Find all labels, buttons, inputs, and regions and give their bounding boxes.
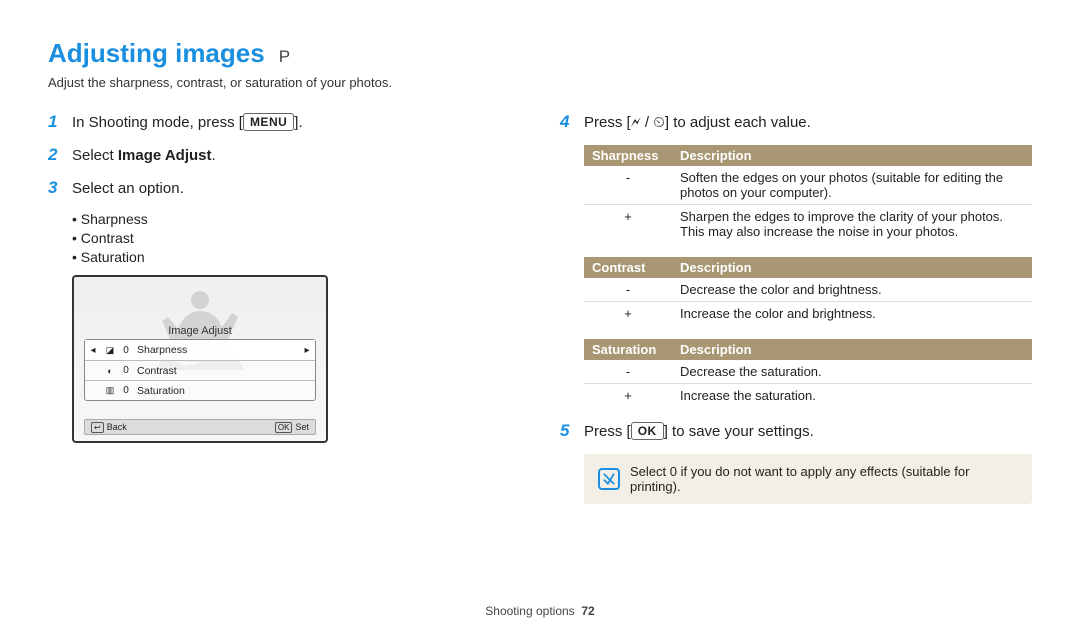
contrast-icon: ◐ <box>101 366 119 376</box>
note-text: Select 0 if you do not want to apply any… <box>630 464 1018 494</box>
footer-section: Shooting options <box>485 604 574 618</box>
step-number: 2 <box>48 145 62 165</box>
step2-text-a: Select <box>72 147 118 164</box>
lcd-row-contrast: ◐ 0 Contrast <box>85 360 315 380</box>
step3-text: Select an option. <box>72 178 184 199</box>
arrow-left-icon: ◂ <box>85 345 101 356</box>
right-column: 4 Press [🗲 / ⏲] to adjust each value. Sh… <box>560 112 1032 504</box>
step4-text-b: ] to adjust each value. <box>665 114 811 131</box>
step-3: 3 Select an option. <box>48 178 520 199</box>
saturation-table: SaturationDescription -Decrease the satu… <box>584 339 1032 407</box>
th-desc: Description <box>672 339 1032 360</box>
sublist-item: Sharpness <box>72 211 520 227</box>
step-2: 2 Select Image Adjust. <box>48 145 520 166</box>
note-icon <box>598 468 620 490</box>
lcd-set-label: Set <box>295 422 309 432</box>
table-row: -Soften the edges on your photos (suitab… <box>584 166 1032 205</box>
lcd-value: 0 <box>119 345 133 356</box>
step4-text-a: Press [ <box>584 114 631 131</box>
lcd-label: Sharpness <box>133 344 299 356</box>
lcd-label: Contrast <box>133 365 299 377</box>
step5-text-a: Press [ <box>584 423 631 440</box>
ok-button-icon: OK <box>631 422 664 440</box>
step-5: 5 Press [OK] to save your settings. <box>560 421 1032 442</box>
step-4: 4 Press [🗲 / ⏲] to adjust each value. <box>560 112 1032 133</box>
footer-page: 72 <box>581 604 594 618</box>
ok-key-icon: OK <box>275 422 293 433</box>
step-1: 1 In Shooting mode, press [MENU]. <box>48 112 520 133</box>
lcd-value: 0 <box>119 365 133 376</box>
lcd-footer: ↩Back OKSet <box>84 419 316 435</box>
table-row: +Increase the saturation. <box>584 384 1032 408</box>
th-contrast: Contrast <box>584 257 672 278</box>
mode-badge: P <box>279 47 290 67</box>
th-desc: Description <box>672 145 1032 166</box>
lcd-mockup: Image Adjust ◂ ◪ 0 Sharpness ▸ ◐ 0 Contr… <box>72 275 328 443</box>
th-sharpness: Sharpness <box>584 145 672 166</box>
lcd-row-sharpness: ◂ ◪ 0 Sharpness ▸ <box>85 340 315 360</box>
menu-button-icon: MENU <box>243 113 294 131</box>
left-column: 1 In Shooting mode, press [MENU]. 2 Sele… <box>48 112 520 504</box>
arrow-right-icon: ▸ <box>299 345 315 356</box>
step-number: 1 <box>48 112 62 132</box>
table-row: -Decrease the saturation. <box>584 360 1032 384</box>
contrast-table: ContrastDescription -Decrease the color … <box>584 257 1032 325</box>
lcd-row-saturation: ▥ 0 Saturation <box>85 380 315 400</box>
note-box: Select 0 if you do not want to apply any… <box>584 454 1032 504</box>
page-title: Adjusting images P <box>48 38 1032 69</box>
step-number: 5 <box>560 421 574 441</box>
sharpness-icon: ◪ <box>101 345 119 356</box>
option-sublist: Sharpness Contrast Saturation <box>72 211 520 265</box>
lcd-back-label: Back <box>107 422 127 432</box>
lcd-title: Image Adjust <box>168 325 232 337</box>
title-text: Adjusting images <box>48 38 265 69</box>
th-desc: Description <box>672 257 1032 278</box>
subtitle-text: Adjust the sharpness, contrast, or satur… <box>48 75 1032 90</box>
page-footer: Shooting options 72 <box>0 604 1080 618</box>
step1-text-a: In Shooting mode, press [ <box>72 114 243 131</box>
sharpness-table: SharpnessDescription -Soften the edges o… <box>584 145 1032 243</box>
lcd-label: Saturation <box>133 385 299 397</box>
flash-timer-icons: 🗲 / ⏲ <box>631 114 665 131</box>
th-saturation: Saturation <box>584 339 672 360</box>
step-number: 4 <box>560 112 574 132</box>
step2-bold: Image Adjust <box>118 147 212 164</box>
table-row: -Decrease the color and brightness. <box>584 278 1032 302</box>
back-key-icon: ↩ <box>91 422 104 433</box>
saturation-icon: ▥ <box>101 385 119 396</box>
step2-text-b: . <box>212 147 216 164</box>
sublist-item: Saturation <box>72 249 520 265</box>
step1-text-b: ]. <box>294 114 302 131</box>
sublist-item: Contrast <box>72 230 520 246</box>
table-row: +Sharpen the edges to improve the clarit… <box>584 205 1032 244</box>
step5-text-b: ] to save your settings. <box>664 423 814 440</box>
lcd-value: 0 <box>119 385 133 396</box>
step-number: 3 <box>48 178 62 198</box>
table-row: +Increase the color and brightness. <box>584 302 1032 326</box>
lcd-panel: ◂ ◪ 0 Sharpness ▸ ◐ 0 Contrast <box>84 339 316 401</box>
